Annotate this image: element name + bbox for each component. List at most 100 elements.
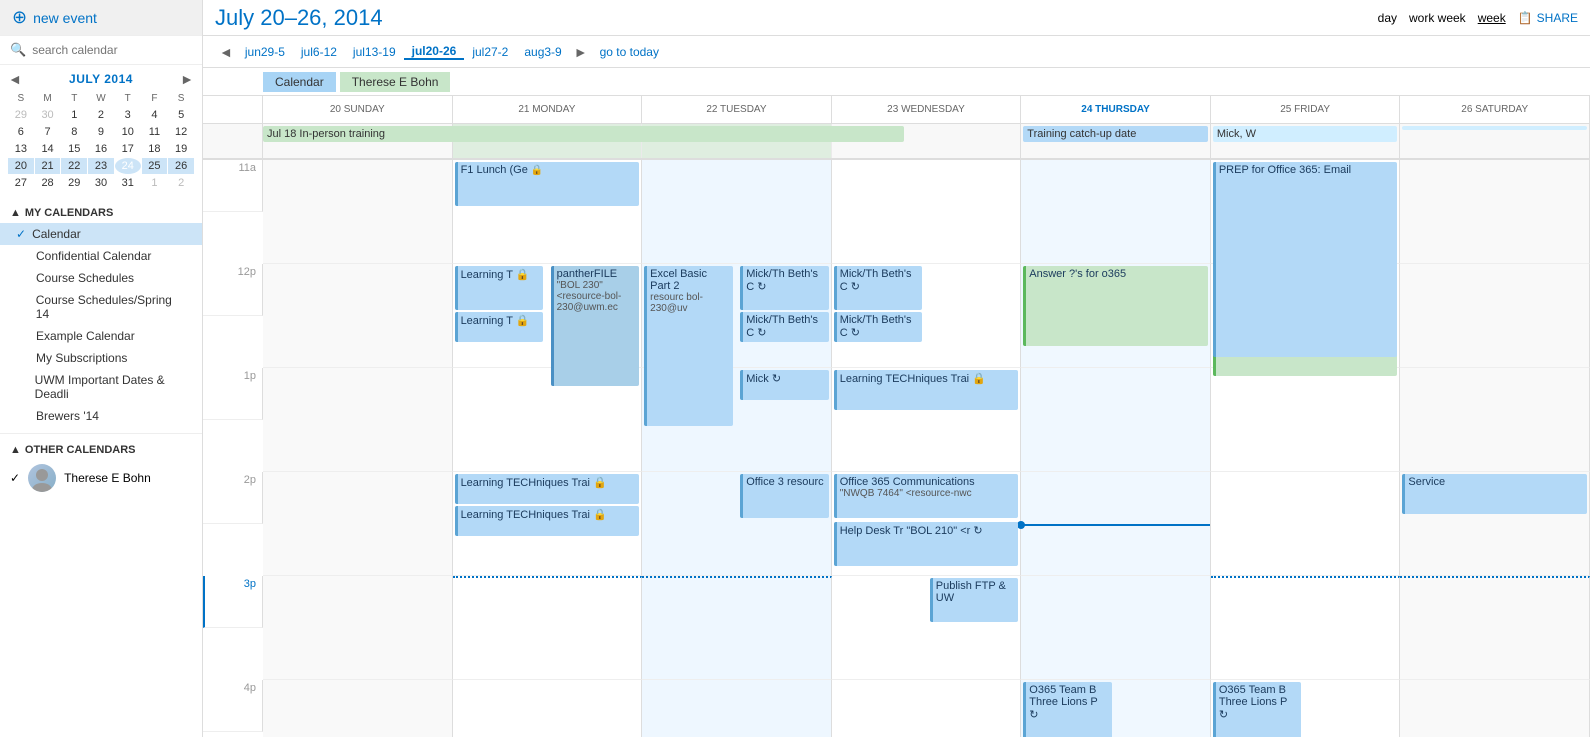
sidebar-item-confidential[interactable]: Confidential Calendar [0,245,202,267]
event-service[interactable]: Service [1402,474,1587,514]
mini-cal-day[interactable]: 10 [115,124,141,140]
allday-event-inperson[interactable]: Jul 18 In-person training [263,126,904,142]
mini-cal-day[interactable]: 18 [142,141,168,157]
mini-cal-day[interactable]: 1 [142,175,168,191]
nav-week-aug3[interactable]: aug3-9 [516,45,569,59]
day-header-sat[interactable]: 26 SATURDAY [1400,96,1590,123]
allday-event-mick[interactable]: Mick, W [1213,126,1398,142]
share-button[interactable]: 📋 SHARE [1518,11,1578,25]
event-learning-t1[interactable]: Learning T 🔒 [455,266,544,310]
event-learning-t2[interactable]: Learning T 🔒 [455,312,544,342]
mini-cal-day[interactable]: 5 [168,107,194,123]
nav-prev-arrow[interactable]: ◄ [215,44,237,60]
event-learning-tech-mon2[interactable]: Learning TECHniques Trai 🔒 [455,506,640,536]
user-tag[interactable]: Therese E Bohn [340,72,451,92]
mini-cal-day[interactable]: 1 [61,107,87,123]
nav-next-arrow[interactable]: ► [570,44,592,60]
day-header-thu[interactable]: 24 THURSDAY [1021,96,1211,123]
mini-cal-day[interactable]: 26 [168,158,194,174]
mini-cal-day[interactable]: 21 [35,158,61,174]
sidebar-item-course[interactable]: Course Schedules [0,267,202,289]
event-learning-tech-wed[interactable]: Learning TECHniques Trai 🔒 [834,370,1019,410]
nav-week-jul27[interactable]: jul27-2 [464,45,516,59]
nav-week-jun29[interactable]: jun29-5 [237,45,293,59]
new-event-button[interactable]: ⊕ new event [0,0,202,36]
check-icon: ✓ [16,227,26,241]
mini-cal-day[interactable]: 8 [61,124,87,140]
day-header-tue[interactable]: 22 TUESDAY [642,96,832,123]
mini-cal-day[interactable]: 17 [115,141,141,157]
event-o365-team-fri[interactable]: O365 Team B Three Lions P ↻ [1213,682,1302,737]
search-input[interactable] [32,43,182,57]
mini-cal-day[interactable]: 2 [168,175,194,191]
event-mick-sync[interactable]: Mick ↻ [740,370,829,400]
mini-cal-day[interactable]: 3 [115,107,141,123]
view-day-btn[interactable]: day [1378,11,1397,25]
calendar-tag[interactable]: Calendar [263,72,336,92]
event-mick-beth2[interactable]: Mick/Th Beth's C ↻ [740,312,829,342]
sidebar-item-brewers[interactable]: Brewers '14 [0,405,202,427]
mini-cal-day[interactable]: 30 [88,175,114,191]
event-learning-tech-mon1[interactable]: Learning TECHniques Trai 🔒 [455,474,640,504]
sidebar-item-course-spring[interactable]: Course Schedules/Spring 14 [0,289,202,325]
mini-cal-day[interactable]: 9 [88,124,114,140]
nav-week-jul13[interactable]: jul13-19 [345,45,404,59]
event-helpdesk[interactable]: Help Desk Tr "BOL 210" <r ↻ [834,522,1019,566]
event-o365-team-thu[interactable]: O365 Team B Three Lions P ↻ [1023,682,1112,737]
mini-cal-prev[interactable]: ◄ [8,71,22,87]
view-week-btn[interactable]: week [1478,11,1506,25]
sidebar-item-uwm[interactable]: UWM Important Dates & Deadli [0,369,202,405]
day-header-sun[interactable]: 20 SUNDAY [263,96,453,123]
event-mick-wed2[interactable]: Mick/Th Beth's C ↻ [834,312,923,342]
event-excel-basic[interactable]: Excel Basic Part 2 resourc bol-230@uv [644,266,733,426]
sidebar-item-subscriptions[interactable]: My Subscriptions [0,347,202,369]
sidebar-item-calendar[interactable]: ✓ Calendar [0,223,202,245]
event-answer-o365[interactable]: Answer ?'s for o365 [1023,266,1208,346]
go-to-today-btn[interactable]: go to today [600,45,659,59]
nav-week-jul6[interactable]: jul6-12 [293,45,345,59]
mini-cal-day[interactable]: 22 [61,158,87,174]
mini-cal-day[interactable]: 29 [61,175,87,191]
view-workweek-btn[interactable]: work week [1409,11,1466,25]
event-mick-beth1[interactable]: Mick/Th Beth's C ↻ [740,266,829,310]
mini-cal-day[interactable]: 23 [88,158,114,174]
time-grid-container[interactable]: 11a F1 Lunch (Ge 🔒 [203,160,1590,737]
mini-cal-next[interactable]: ► [180,71,194,87]
event-prep-office[interactable]: PREP for Office 365: Email [1213,162,1398,357]
mini-cal-day[interactable]: 11 [142,124,168,140]
mini-cal-day[interactable]: 12 [168,124,194,140]
mini-cal-day[interactable]: 25 [142,158,168,174]
mini-cal-day[interactable]: 4 [142,107,168,123]
event-pantherfile[interactable]: pantherFILE "BOL 230" <resource-bol-230@… [551,266,640,386]
user-item-therese[interactable]: ✓ Therese E Bohn [0,460,202,496]
mini-cal-day[interactable]: 2 [88,107,114,123]
mini-cal-day[interactable]: 31 [115,175,141,191]
mini-cal-day[interactable]: 14 [35,141,61,157]
allday-event-training-catchup[interactable]: Training catch-up date [1023,126,1208,142]
mini-cal-day[interactable]: 15 [61,141,87,157]
event-office3-tue[interactable]: Office 3 resourc [740,474,829,518]
mini-cal-today[interactable]: 24 [115,158,141,174]
mini-cal-day[interactable]: 20 [8,158,34,174]
event-office365-comm[interactable]: Office 365 Communications "NWQB 7464" <r… [834,474,1019,518]
sidebar-item-example[interactable]: Example Calendar [0,325,202,347]
event-f1-lunch[interactable]: F1 Lunch (Ge 🔒 [455,162,640,206]
day-header-wed[interactable]: 23 WEDNESDAY [832,96,1022,123]
mini-cal-day[interactable]: 7 [35,124,61,140]
mini-cal-day[interactable]: 6 [8,124,34,140]
mini-cal-day[interactable]: 30 [35,107,61,123]
other-calendars-header[interactable]: ▲ OTHER CALENDARS [0,440,202,460]
nav-week-jul20[interactable]: jul20-26 [404,44,465,60]
mini-cal-day[interactable]: 13 [8,141,34,157]
allday-event-sat[interactable] [1402,126,1587,130]
day-header-fri[interactable]: 25 FRIDAY [1211,96,1401,123]
mini-cal-day[interactable]: 29 [8,107,34,123]
event-publish-ftp[interactable]: Publish FTP & UW [930,578,1019,622]
event-mick-wed1[interactable]: Mick/Th Beth's C ↻ [834,266,923,310]
mini-cal-day[interactable]: 16 [88,141,114,157]
mini-cal-day[interactable]: 27 [8,175,34,191]
my-calendars-header[interactable]: ▲ MY CALENDARS [0,203,202,223]
day-header-mon[interactable]: 21 MONDAY [453,96,643,123]
mini-cal-day[interactable]: 19 [168,141,194,157]
mini-cal-day[interactable]: 28 [35,175,61,191]
